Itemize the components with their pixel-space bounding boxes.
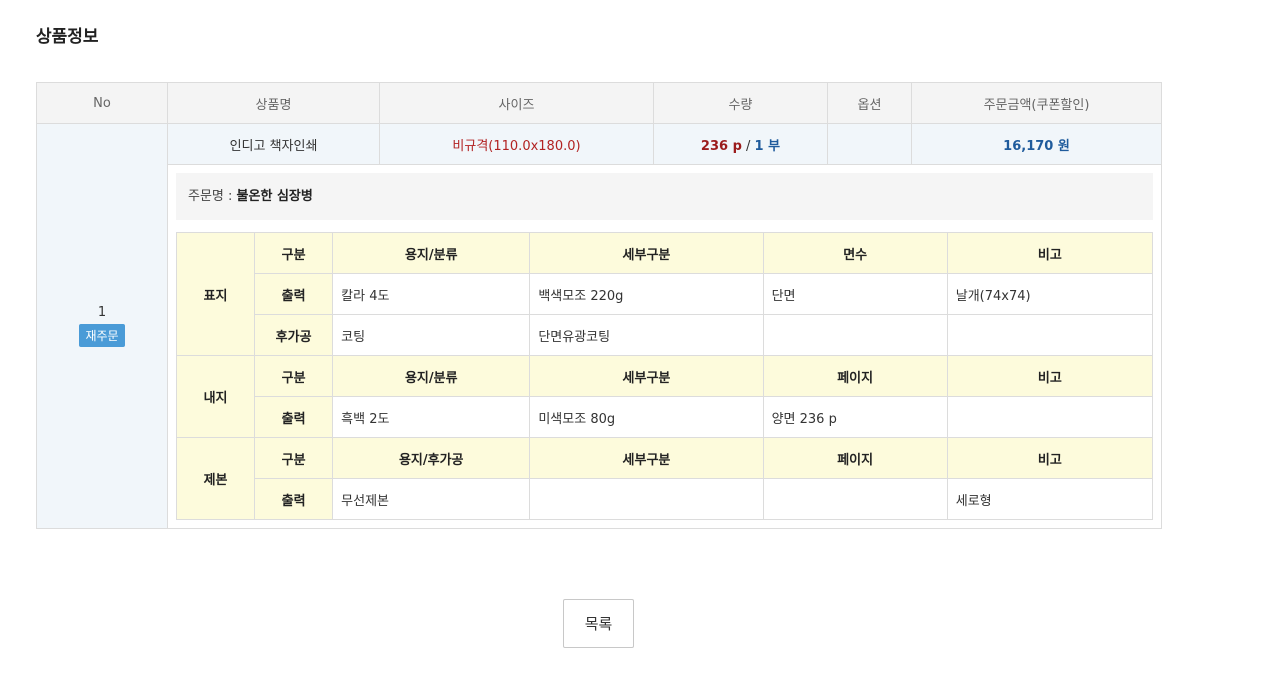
- spec-row: 출력 흑백 2도 미색모조 80g 양면 236 p: [177, 396, 1154, 438]
- spec-cell: 칼라 4도: [332, 273, 531, 315]
- spec-cell: [946, 314, 1154, 356]
- product-size: 비규격(110.0x180.0): [379, 123, 654, 165]
- spec-cell: [946, 396, 1154, 438]
- spec-sub-label: 출력: [254, 396, 334, 438]
- quantity-separator: /: [746, 138, 751, 154]
- product-name: 인디고 책자인쇄: [167, 123, 380, 165]
- spec-group-cover: 표지: [175, 232, 256, 356]
- product-info-table: No 상품명 사이즈 수량 옵션 주문금액(쿠폰할인) 1 재주문 인디고 책자…: [36, 82, 1162, 529]
- row-number-cell: 1 재주문: [36, 123, 168, 529]
- spec-cell: 양면 236 p: [762, 396, 948, 438]
- spec-sub-label: 출력: [254, 478, 334, 520]
- spec-header-cell: 페이지: [762, 355, 948, 397]
- product-option: [827, 123, 912, 165]
- spec-cell: 단면유광코팅: [529, 314, 764, 356]
- amount-value: 16,170 원: [1003, 138, 1070, 154]
- spec-sub-label: 출력: [254, 273, 334, 315]
- spec-group-binding: 제본: [175, 437, 256, 520]
- header-option: 옵션: [827, 82, 912, 124]
- spec-group-inner: 내지: [175, 355, 256, 438]
- reorder-button[interactable]: 재주문: [79, 324, 125, 347]
- order-detail-cell: 주문명 : 불온한 심장병 표지 구분 용지/분류 세부구분 면수 비고 출력 …: [167, 164, 1162, 529]
- table-header-row: No 상품명 사이즈 수량 옵션 주문금액(쿠폰할인): [36, 82, 1162, 124]
- spec-cell: 흑백 2도: [332, 396, 531, 438]
- quantity-pages: 236 p: [700, 138, 742, 154]
- spec-header-cell: 구분: [254, 232, 334, 274]
- size-value: 비규격(110.0x180.0): [452, 138, 581, 154]
- section-title: 상품정보: [36, 27, 99, 47]
- spec-cell: 단면: [762, 273, 948, 315]
- order-name-box: 주문명 : 불온한 심장병: [176, 173, 1153, 220]
- spec-header-cell: 비고: [946, 232, 1154, 274]
- spec-cell: 코팅: [332, 314, 531, 356]
- quantity-copies: 1 부: [754, 138, 781, 154]
- spec-row: 출력 칼라 4도 백색모조 220g 단면 날개(74x74): [177, 273, 1154, 315]
- spec-row: 후가공 코팅 단면유광코팅: [177, 314, 1154, 356]
- spec-header-cell: 비고: [946, 437, 1154, 479]
- spec-header-cell: 용지/분류: [332, 232, 531, 274]
- spec-cell: 백색모조 220g: [529, 273, 764, 315]
- spec-cell: 무선제본: [332, 478, 531, 520]
- spec-row: 출력 무선제본 세로형: [177, 478, 1154, 520]
- order-name-label: 주문명 :: [188, 189, 233, 204]
- header-amount: 주문금액(쿠폰할인): [911, 82, 1162, 124]
- table-row: 1 재주문 인디고 책자인쇄 비규격(110.0x180.0) 236 p / …: [36, 123, 1162, 529]
- spec-cover-header: 표지 구분 용지/분류 세부구분 면수 비고: [175, 232, 1154, 356]
- list-button[interactable]: 목록: [563, 599, 634, 648]
- product-amount: 16,170 원: [911, 123, 1162, 165]
- spec-cell: 미색모조 80g: [529, 396, 764, 438]
- spec-binding-header: 제본 구분 용지/후가공 세부구분 페이지 비고: [175, 437, 1154, 520]
- header-product-name: 상품명: [167, 82, 380, 124]
- spec-header-cell: 용지/분류: [332, 355, 531, 397]
- spec-table: 표지 구분 용지/분류 세부구분 면수 비고 출력 칼라 4도 백색모조 220…: [175, 232, 1154, 520]
- spec-cell: [762, 478, 948, 520]
- spec-header-cell: 용지/후가공: [332, 437, 531, 479]
- page: 상품정보 No 상품명 사이즈 수량 옵션 주문금액(쿠폰할인) 1 재주문 인…: [0, 0, 1280, 691]
- header-size: 사이즈: [379, 82, 654, 124]
- spec-inner-header: 내지 구분 용지/분류 세부구분 페이지 비고: [175, 355, 1154, 438]
- spec-header-cell: 면수: [762, 232, 948, 274]
- spec-header-cell: 세부구분: [529, 232, 764, 274]
- row-number: 1: [97, 305, 107, 320]
- header-no: No: [36, 82, 168, 124]
- spec-header-cell: 세부구분: [529, 355, 764, 397]
- order-name-value: 불온한 심장병: [236, 189, 313, 204]
- spec-header-cell: 구분: [254, 437, 334, 479]
- header-quantity: 수량: [653, 82, 828, 124]
- spec-header-cell: 페이지: [762, 437, 948, 479]
- product-quantity: 236 p / 1 부: [653, 123, 828, 165]
- spec-header-cell: 비고: [946, 355, 1154, 397]
- spec-cell: 날개(74x74): [946, 273, 1154, 315]
- spec-cell: [529, 478, 764, 520]
- spec-sub-label: 후가공: [254, 314, 334, 356]
- spec-header-cell: 구분: [254, 355, 334, 397]
- spec-cell: 세로형: [946, 478, 1154, 520]
- spec-cell: [762, 314, 948, 356]
- spec-header-cell: 세부구분: [529, 437, 764, 479]
